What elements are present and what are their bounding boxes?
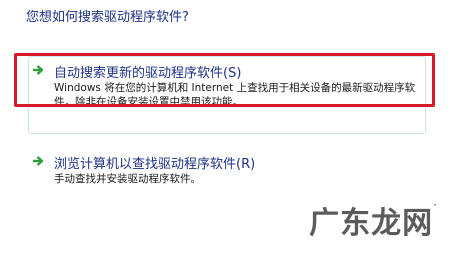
option-browse-computer-title[interactable]: 浏览计算机以查找驱动程序软件(R)	[54, 153, 255, 172]
driver-update-dialog: 您想如何搜索驱动程序软件? 自动搜索更新的驱动程序软件(S) Windows 将…	[0, 0, 466, 256]
option-browse-computer-description: 手动查找并安装驱动程序软件。	[54, 173, 201, 185]
dialog-question: 您想如何搜索驱动程序软件?	[26, 10, 189, 25]
green-arrow-icon	[33, 156, 44, 166]
watermark-text: 广东龙网	[309, 206, 434, 241]
red-highlight-box	[14, 53, 435, 107]
site-watermark: 广东龙网·	[309, 198, 438, 242]
watermark-mark: ·	[433, 198, 438, 212]
